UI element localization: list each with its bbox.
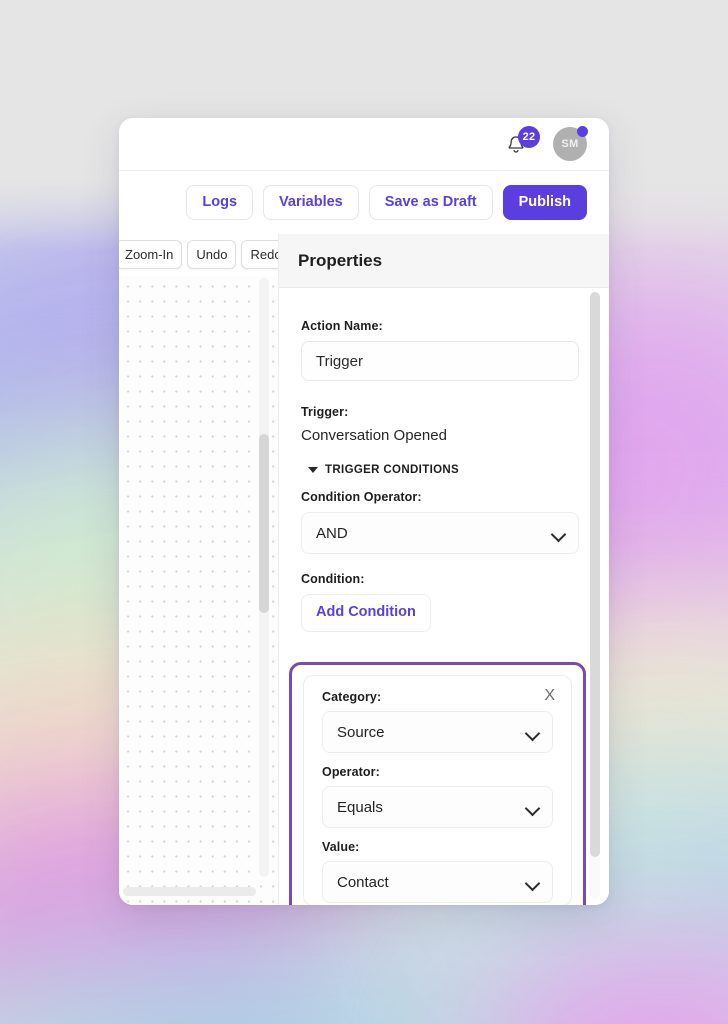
condition-card-highlight: X Category: Source Operator: Equals Valu… [289,662,586,905]
canvas-toolbar: Zoom-In Undo Redo [119,240,278,269]
properties-panel: Properties Action Name: Trigger: Convers… [279,234,609,905]
operator-value: Equals [337,798,383,816]
redo-button[interactable]: Redo [241,240,278,269]
value-value: Contact [337,873,389,891]
properties-body: Action Name: Trigger: Conversation Opene… [279,288,609,905]
logs-button[interactable]: Logs [186,185,254,220]
workspace: Zoom-In Undo Redo Properties Action Name… [119,234,609,905]
properties-vertical-scrollbar[interactable] [590,292,600,899]
notification-badge: 22 [518,126,540,148]
user-menu[interactable]: SM [553,126,588,161]
chevron-down-icon [524,725,541,742]
publish-button[interactable]: Publish [502,185,587,220]
flow-canvas[interactable]: Zoom-In Undo Redo [119,234,279,905]
top-bar: 22 SM [119,118,609,171]
chevron-down-icon [524,800,541,817]
operator-label: Operator: [322,765,380,779]
trigger-value: Conversation Opened [301,427,447,444]
canvas-vertical-scrollbar-thumb[interactable] [259,433,269,614]
condition-label: Condition: [301,572,365,586]
category-label: Category: [322,690,382,704]
canvas-dot-grid [119,276,278,905]
canvas-horizontal-scrollbar-thumb[interactable] [123,887,256,896]
trigger-conditions-label: TRIGGER CONDITIONS [325,464,460,476]
operator-select[interactable]: Equals [322,786,553,828]
canvas-horizontal-scrollbar[interactable] [123,887,256,896]
chevron-down-icon [308,467,318,473]
condition-operator-select[interactable]: AND [301,512,579,554]
properties-vertical-scrollbar-thumb[interactable] [590,292,600,857]
action-name-input[interactable] [301,341,579,381]
page-title: Properties [298,250,383,270]
value-label: Value: [322,840,360,854]
app-window: 22 SM Logs Variables Save as Draft Publi… [119,118,609,905]
action-bar: Logs Variables Save as Draft Publish [119,171,609,234]
condition-operator-label: Condition Operator: [301,490,422,504]
value-select[interactable]: Contact [322,861,553,903]
category-field: Category: Source [322,690,553,753]
undo-button[interactable]: Undo [187,240,237,269]
add-condition-button[interactable]: Add Condition [301,594,431,632]
category-value: Source [337,723,385,741]
action-name-label: Action Name: [301,319,383,333]
save-as-draft-button[interactable]: Save as Draft [368,185,493,220]
trigger-label: Trigger: [301,405,349,419]
close-icon[interactable]: X [544,688,555,704]
trigger-conditions-toggle[interactable]: TRIGGER CONDITIONS [308,464,579,476]
zoom-in-button[interactable]: Zoom-In [119,240,183,269]
operator-field: Operator: Equals [322,765,553,828]
canvas-vertical-scrollbar[interactable] [259,278,269,877]
notifications-button[interactable]: 22 [505,126,540,158]
properties-header: Properties [279,234,609,288]
condition-card: X Category: Source Operator: Equals Valu… [303,675,572,905]
category-select[interactable]: Source [322,711,553,753]
chevron-down-icon [550,526,567,543]
status-dot-icon [577,126,588,137]
chevron-down-icon [524,875,541,892]
value-field: Value: Contact [322,840,553,903]
variables-button[interactable]: Variables [263,185,359,220]
condition-operator-value: AND [316,524,348,542]
